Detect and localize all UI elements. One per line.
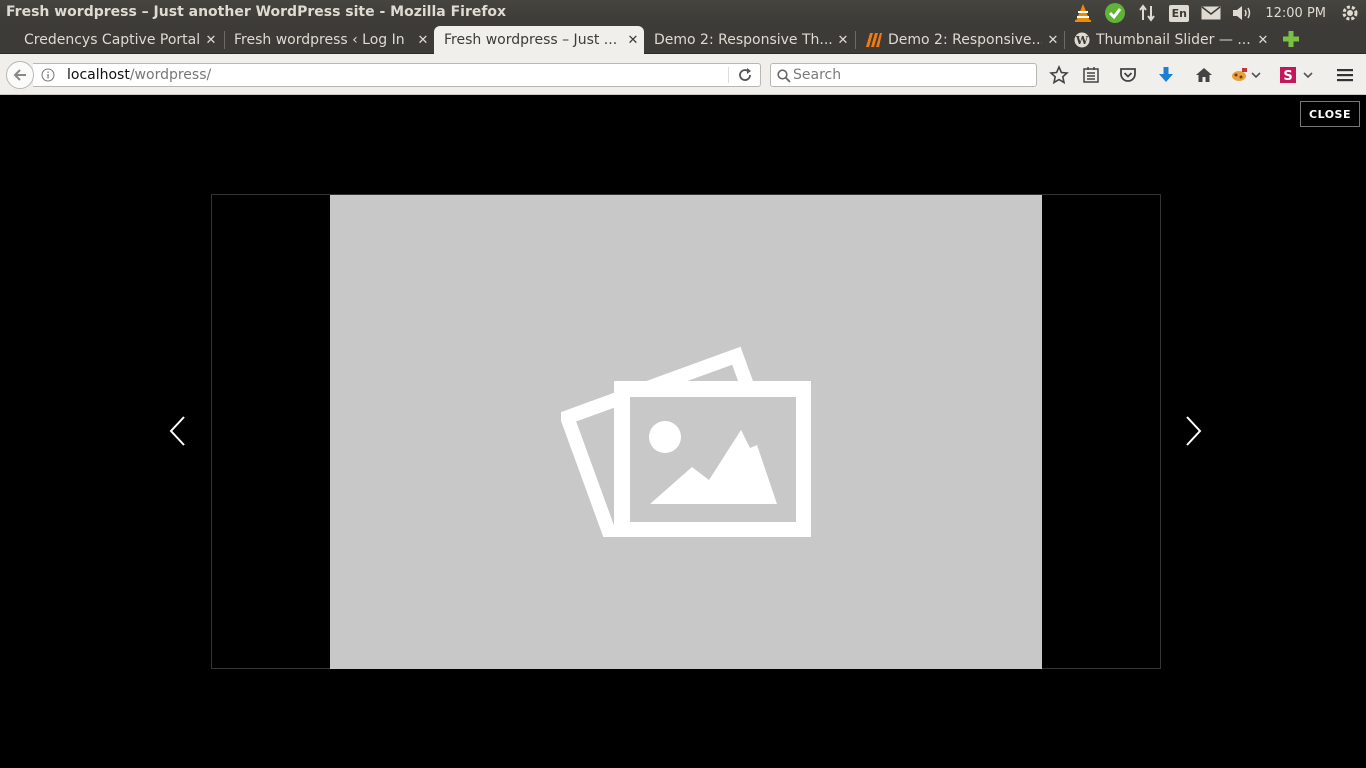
search-input[interactable] xyxy=(793,66,1031,84)
vlc-icon[interactable] xyxy=(1067,0,1099,26)
network-transfer-icon[interactable] xyxy=(1131,0,1163,26)
close-button[interactable]: CLOSE xyxy=(1300,101,1360,127)
keyboard-layout-icon[interactable]: En xyxy=(1163,0,1195,26)
lightbox-overlay: CLOSE xyxy=(0,95,1366,768)
url-bar[interactable]: localhost/wordpress/ xyxy=(33,63,761,87)
os-title-bar: Fresh wordpress – Just another WordPress… xyxy=(0,0,1366,26)
bookmark-star-icon[interactable] xyxy=(1048,64,1070,86)
tab-close-icon[interactable]: ✕ xyxy=(1042,33,1064,48)
addon-dropdown-chevron-icon[interactable] xyxy=(1248,64,1264,86)
window-title: Fresh wordpress – Just another WordPress… xyxy=(6,4,507,20)
slide-frame xyxy=(211,194,1161,669)
tab-close-icon[interactable]: ✕ xyxy=(200,33,222,48)
tab-credencys-captive-portal[interactable]: Credencys Captive Portal ✕ xyxy=(14,26,222,54)
tab-title: Fresh wordpress ‹ Log In xyxy=(234,32,405,48)
url-host: localhost xyxy=(67,67,130,83)
mail-icon[interactable] xyxy=(1195,0,1227,26)
tab-close-icon[interactable]: ✕ xyxy=(622,33,644,48)
check-update-icon[interactable] xyxy=(1099,0,1131,26)
chevron-left-icon[interactable] xyxy=(166,413,190,449)
tab-title: Demo 2: Responsive Th... xyxy=(654,32,832,48)
menu-icon[interactable] xyxy=(1334,64,1356,86)
search-icon xyxy=(777,68,791,83)
back-button[interactable] xyxy=(6,61,34,89)
tab-strip: Credencys Captive Portal ✕ Fresh wordpre… xyxy=(0,26,1366,54)
downloads-icon[interactable] xyxy=(1155,64,1177,86)
navigation-toolbar: localhost/wordpress/ Search S xyxy=(0,54,1366,95)
stripe-icon xyxy=(866,32,882,48)
url-path: /wordpress/ xyxy=(129,67,212,83)
addon-s-dropdown-chevron-icon[interactable] xyxy=(1300,64,1316,86)
reading-list-icon[interactable] xyxy=(1080,64,1102,86)
settings-gear-icon[interactable] xyxy=(1334,0,1366,26)
system-tray: En 12:00 PM xyxy=(1067,0,1366,26)
back-arrow-icon xyxy=(13,69,26,81)
search-bar[interactable] xyxy=(770,63,1037,87)
wordpress-icon: W xyxy=(1074,32,1090,48)
tab-thumbnail-slider[interactable]: W Thumbnail Slider — ... ✕ xyxy=(1064,26,1274,54)
tab-title: Credencys Captive Portal xyxy=(24,32,200,48)
tab-close-icon[interactable]: ✕ xyxy=(1252,33,1274,48)
new-tab-plus-icon[interactable] xyxy=(1282,30,1304,50)
tab-fresh-wordpress-active[interactable]: Fresh wordpress – Just ... ✕ xyxy=(434,26,644,54)
image-placeholder-icon xyxy=(561,346,811,537)
tab-demo-responsive-2[interactable]: Demo 2: Responsive... ✕ xyxy=(856,26,1064,54)
clock[interactable]: 12:00 PM xyxy=(1259,6,1334,21)
info-icon[interactable] xyxy=(41,68,55,82)
tab-title: Fresh wordpress – Just ... xyxy=(444,32,618,48)
tab-close-icon[interactable]: ✕ xyxy=(412,33,434,48)
tab-demo-responsive-1[interactable]: Demo 2: Responsive Th... ✕ xyxy=(644,26,854,54)
tab-title: Thumbnail Slider — ... xyxy=(1096,32,1251,48)
pocket-icon[interactable] xyxy=(1117,64,1139,86)
addon-icon[interactable] xyxy=(1228,64,1250,86)
chevron-right-icon[interactable] xyxy=(1181,413,1205,449)
volume-icon[interactable] xyxy=(1227,0,1259,26)
tab-title: Demo 2: Responsive... xyxy=(888,32,1042,48)
svg-text:W: W xyxy=(1075,34,1089,47)
reload-icon[interactable] xyxy=(737,67,753,83)
slide-image[interactable] xyxy=(330,195,1042,669)
tab-wordpress-login[interactable]: Fresh wordpress ‹ Log In ✕ xyxy=(224,26,434,54)
url-divider xyxy=(728,67,729,83)
url-text[interactable]: localhost/wordpress/ xyxy=(67,67,211,83)
addon-s-icon[interactable]: S xyxy=(1277,64,1299,86)
svg-text:S: S xyxy=(1283,69,1292,84)
home-icon[interactable] xyxy=(1193,64,1215,86)
tab-close-icon[interactable]: ✕ xyxy=(832,33,854,48)
